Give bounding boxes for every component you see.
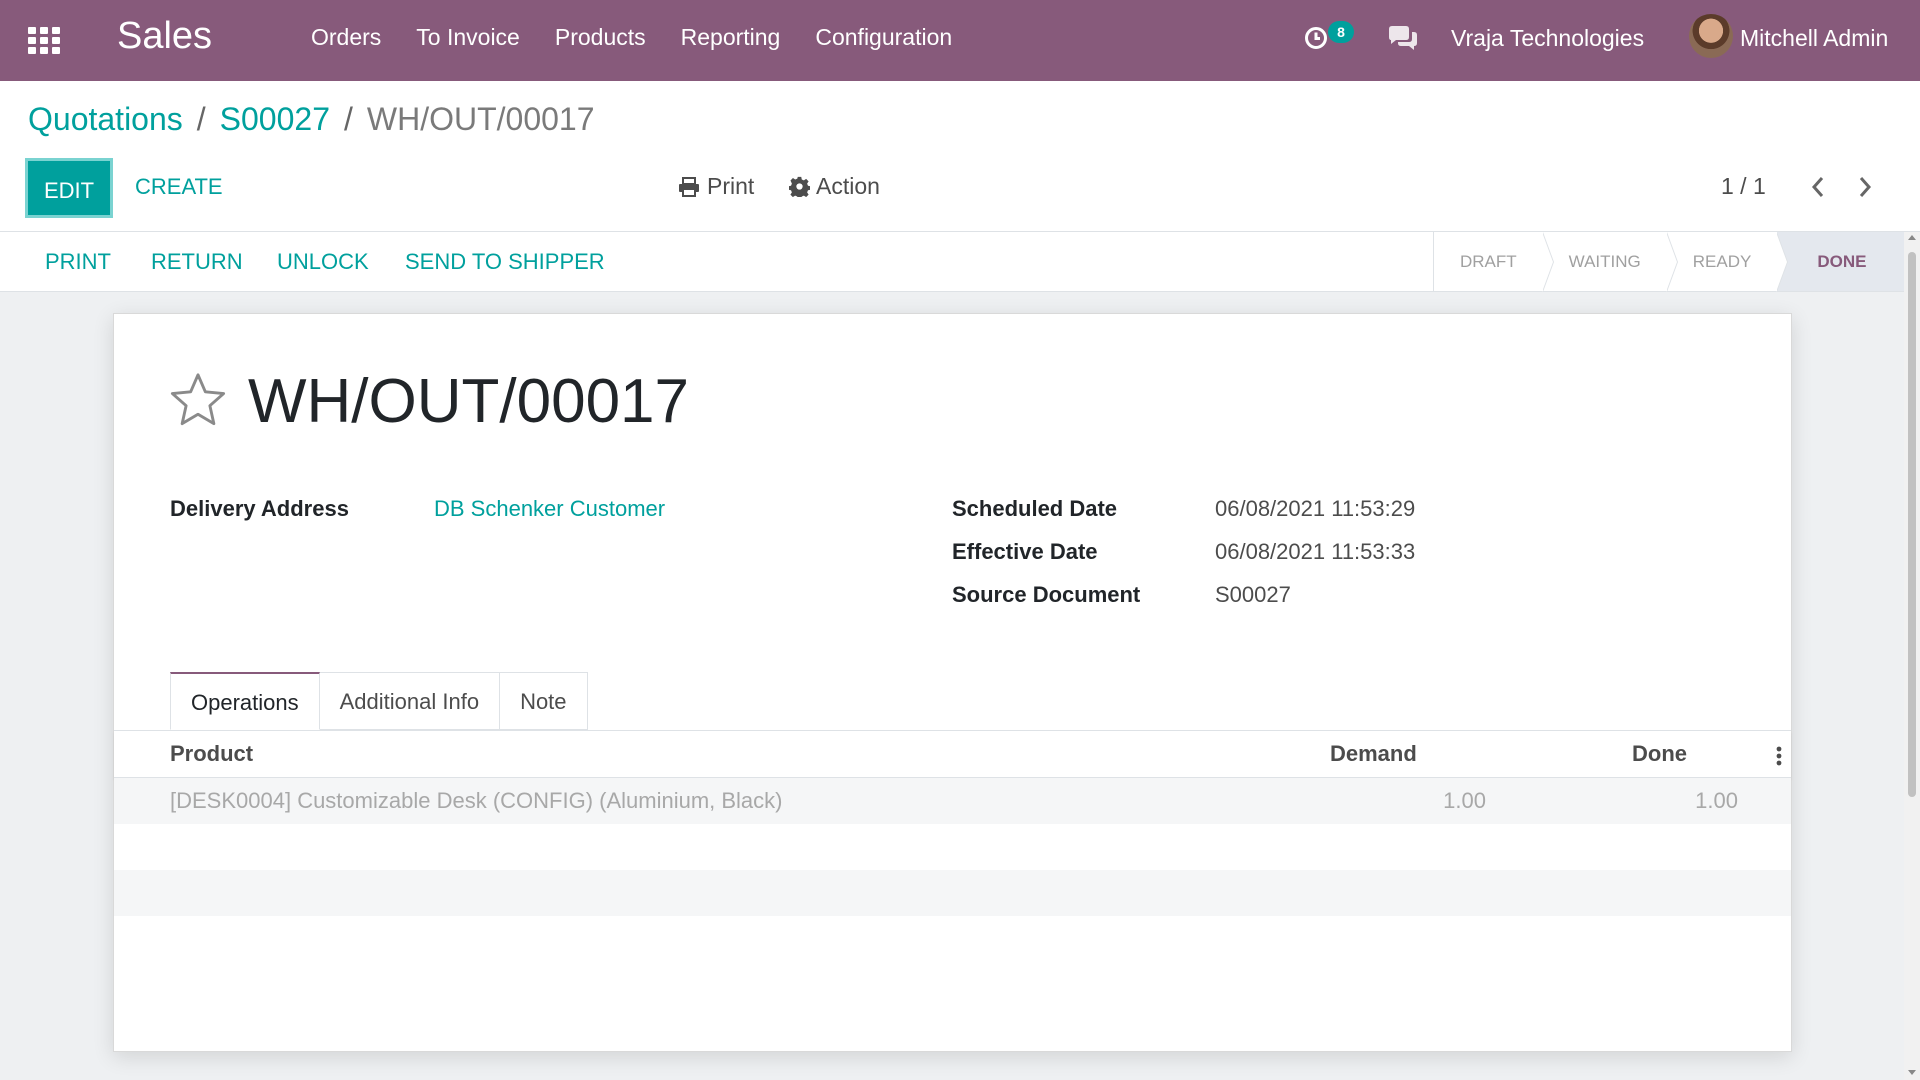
notebook-tabs: Operations Additional Info Note	[170, 672, 588, 731]
delivery-address-link[interactable]: DB Schenker Customer	[434, 496, 665, 522]
empty-row	[114, 824, 1791, 870]
stage-ready[interactable]: READY	[1667, 232, 1788, 292]
send-to-shipper-button[interactable]: SEND TO SHIPPER	[405, 249, 605, 275]
row-product: [DESK0004] Customizable Desk (CONFIG) (A…	[170, 788, 783, 813]
chevron-left-icon[interactable]	[1806, 173, 1830, 201]
user-menu[interactable]: Mitchell Admin	[1740, 25, 1888, 52]
menu-to-invoice[interactable]: To Invoice	[416, 24, 520, 51]
column-options-icon[interactable]	[1776, 745, 1782, 767]
printer-icon	[679, 176, 699, 197]
menu-products[interactable]: Products	[555, 24, 646, 51]
effective-date-value: 06/08/2021 11:53:33	[1215, 539, 1416, 564]
main-menu: Orders To Invoice Products Reporting Con…	[311, 24, 987, 51]
chat-bubbles-icon[interactable]	[1387, 26, 1419, 52]
record-title: WH/OUT/00017	[248, 367, 690, 436]
stage-done[interactable]: DONE	[1777, 232, 1907, 291]
tab-additional-info[interactable]: Additional Info	[319, 672, 501, 730]
breadcrumb-separator: /	[196, 101, 206, 137]
star-icon[interactable]	[169, 371, 227, 429]
apps-grid-icon[interactable]	[28, 27, 60, 54]
create-button[interactable]: CREATE	[135, 174, 223, 200]
column-product[interactable]: Product	[170, 741, 253, 767]
menu-orders[interactable]: Orders	[311, 24, 381, 51]
effective-date-label: Effective Date	[952, 539, 1098, 564]
stage-pipeline: DRAFT WAITING READY DONE	[1433, 232, 1907, 292]
table-row[interactable]: [DESK0004] Customizable Desk (CONFIG) (A…	[114, 778, 1791, 824]
activity-count-badge: 8	[1328, 21, 1354, 43]
breadcrumb: Quotations / S00027 / WH/OUT/00017	[28, 101, 595, 138]
tab-operations[interactable]: Operations	[170, 672, 320, 730]
breadcrumb-current: WH/OUT/00017	[366, 101, 595, 137]
print-dropdown[interactable]: Print	[678, 173, 754, 200]
scroll-up-arrow-icon[interactable]	[1908, 235, 1916, 240]
activity-clock-icon[interactable]	[1304, 26, 1328, 50]
gear-icon	[789, 176, 810, 197]
top-navbar: Sales Orders To Invoice Products Reporti…	[0, 0, 1920, 81]
source-document-value: S00027	[1215, 582, 1291, 607]
tab-note[interactable]: Note	[500, 672, 588, 730]
stage-draft[interactable]: DRAFT	[1434, 232, 1554, 292]
page-scrollbar[interactable]	[1904, 232, 1920, 1080]
breadcrumb-separator: /	[343, 101, 353, 137]
pager-value[interactable]: 1 / 1	[1721, 173, 1766, 200]
scroll-down-arrow-icon[interactable]	[1908, 1070, 1916, 1075]
stage-waiting[interactable]: WAITING	[1543, 232, 1678, 292]
source-document-label: Source Document	[952, 582, 1141, 607]
edit-button[interactable]: EDIT	[25, 158, 113, 218]
user-avatar[interactable]	[1689, 14, 1733, 58]
row-done: 1.00	[1695, 788, 1738, 813]
scheduled-date-value: 06/08/2021 11:53:29	[1215, 496, 1416, 521]
return-button[interactable]: RETURN	[151, 249, 243, 275]
app-title[interactable]: Sales	[117, 15, 212, 58]
action-label: Action	[816, 173, 880, 199]
scrollbar-thumb[interactable]	[1908, 252, 1916, 797]
delivery-address-label: Delivery Address	[170, 496, 349, 521]
unlock-button[interactable]: UNLOCK	[277, 249, 369, 275]
company-switcher[interactable]: Vraja Technologies	[1451, 25, 1644, 52]
scheduled-date-label: Scheduled Date	[952, 496, 1118, 521]
breadcrumb-quotations[interactable]: Quotations	[28, 101, 183, 138]
menu-configuration[interactable]: Configuration	[815, 24, 952, 51]
empty-row	[114, 870, 1791, 916]
print-button[interactable]: PRINT	[45, 249, 111, 275]
chevron-right-icon[interactable]	[1853, 173, 1877, 201]
operations-table-header: Product Demand Done	[114, 731, 1791, 778]
column-demand[interactable]: Demand	[1330, 741, 1417, 767]
column-done[interactable]: Done	[1632, 741, 1687, 767]
menu-reporting[interactable]: Reporting	[681, 24, 781, 51]
control-panel: Quotations / S00027 / WH/OUT/00017 EDIT …	[0, 81, 1920, 232]
breadcrumb-sale-order[interactable]: S00027	[220, 101, 330, 138]
action-dropdown[interactable]: Action	[789, 173, 880, 200]
row-demand: 1.00	[1443, 788, 1486, 813]
form-sheet: WH/OUT/00017 Delivery Address DB Schenke…	[113, 313, 1792, 1052]
status-bar: PRINT RETURN UNLOCK SEND TO SHIPPER DRAF…	[0, 232, 1907, 292]
print-label: Print	[707, 173, 755, 199]
